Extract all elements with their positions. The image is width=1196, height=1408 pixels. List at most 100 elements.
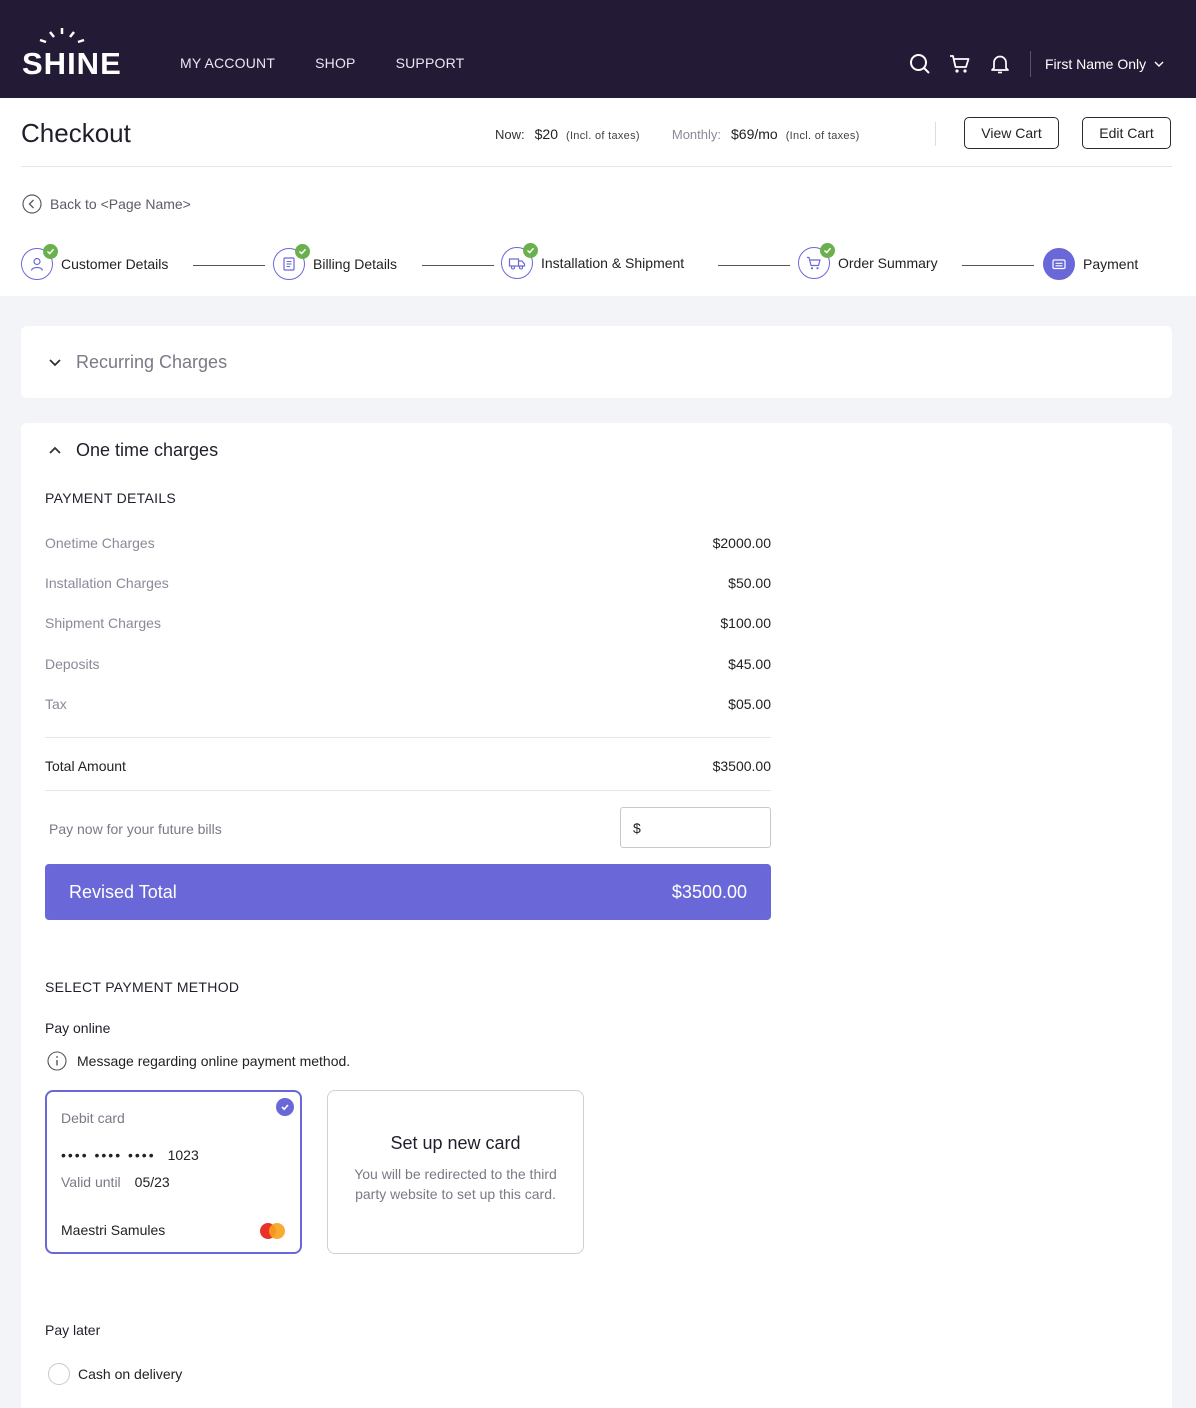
total-label: Total Amount bbox=[45, 758, 126, 774]
step-installation-shipment[interactable]: Installation & Shipment bbox=[501, 243, 684, 279]
card-type: Debit card bbox=[61, 1110, 125, 1126]
cash-on-delivery-label[interactable]: Cash on delivery bbox=[78, 1366, 182, 1382]
step-label: Billing Details bbox=[313, 256, 398, 272]
now-value: $20 bbox=[534, 126, 558, 142]
revised-total-bar: Revised Total $3500.00 bbox=[45, 864, 771, 920]
step-order-summary[interactable]: Order Summary bbox=[798, 243, 938, 279]
nav-shop[interactable]: SHOP bbox=[315, 55, 355, 71]
back-link[interactable]: Back to <Page Name> bbox=[22, 194, 191, 214]
charge-value: $50.00 bbox=[728, 575, 771, 591]
bell-icon[interactable] bbox=[986, 50, 1014, 78]
recurring-charges-title: Recurring Charges bbox=[76, 352, 228, 372]
step-connector bbox=[422, 265, 494, 266]
step-connector bbox=[193, 265, 265, 266]
view-cart-button[interactable]: View Cart bbox=[964, 117, 1059, 149]
info-message: Message regarding online payment method. bbox=[77, 1053, 351, 1069]
receipt-icon bbox=[283, 257, 295, 271]
one-time-charges-title: One time charges bbox=[76, 440, 219, 460]
online-payment-info: Message regarding online payment method. bbox=[47, 1051, 350, 1071]
card-last4: 1023 bbox=[167, 1147, 199, 1163]
top-actions: First Name Only bbox=[906, 50, 1164, 78]
header-divider bbox=[935, 122, 936, 146]
user-name: First Name Only bbox=[1045, 56, 1147, 72]
step-label: Payment bbox=[1083, 256, 1139, 272]
header-separator bbox=[21, 166, 1172, 167]
select-payment-method-title: SELECT PAYMENT METHOD bbox=[45, 979, 240, 995]
nav-my-account[interactable]: MY ACCOUNT bbox=[180, 55, 275, 71]
price-summary: Now: $20 (Incl. of taxes) Monthly: $69/m… bbox=[495, 126, 892, 142]
card-validity: Valid until 05/23 bbox=[61, 1174, 170, 1190]
back-arrow-icon bbox=[22, 194, 42, 214]
monthly-label: Monthly: bbox=[671, 127, 722, 142]
amount-input-value: $ bbox=[633, 819, 641, 836]
truck-icon bbox=[508, 258, 526, 270]
pay-now-amount-input[interactable]: $ bbox=[620, 807, 771, 848]
mastercard-icon bbox=[260, 1223, 285, 1239]
charge-value: $05.00 bbox=[728, 696, 771, 712]
recurring-charges-toggle[interactable]: Recurring Charges bbox=[48, 352, 227, 373]
new-card-description: You will be redirected to the third part… bbox=[354, 1166, 557, 1202]
nav-support[interactable]: SUPPORT bbox=[396, 55, 465, 71]
card-number: •••• •••• •••• 1023 bbox=[61, 1147, 199, 1163]
now-label: Now: bbox=[495, 127, 525, 142]
page-title: Checkout bbox=[21, 118, 131, 148]
edit-cart-button[interactable]: Edit Cart bbox=[1082, 117, 1171, 149]
total-value: $3500.00 bbox=[712, 758, 771, 774]
charge-label: Installation Charges bbox=[45, 575, 169, 591]
monthly-value: $69/mo bbox=[731, 126, 778, 142]
revised-total-label: Revised Total bbox=[69, 881, 177, 902]
cart-icon[interactable] bbox=[946, 50, 974, 78]
step-circle bbox=[1043, 248, 1075, 280]
back-label: Back to <Page Name> bbox=[50, 196, 191, 212]
pay-online-label: Pay online bbox=[45, 1020, 111, 1036]
valid-until-value: 05/23 bbox=[134, 1174, 170, 1190]
check-icon bbox=[295, 244, 310, 259]
step-connector bbox=[962, 265, 1034, 266]
step-connector bbox=[718, 265, 790, 266]
cash-on-delivery-radio[interactable] bbox=[48, 1363, 70, 1385]
charge-label: Shipment Charges bbox=[45, 615, 161, 631]
step-label: Order Summary bbox=[838, 255, 938, 271]
card-holder: Maestri Samules bbox=[61, 1222, 166, 1238]
step-circle bbox=[273, 244, 310, 280]
chevron-down-icon bbox=[1154, 61, 1164, 67]
card-icon bbox=[1052, 259, 1066, 270]
now-tax-note: (Incl. of taxes) bbox=[565, 130, 640, 142]
charge-value: $45.00 bbox=[728, 656, 771, 672]
brand-name: SHINE bbox=[22, 46, 122, 81]
top-navbar: SHINE MY ACCOUNT SHOP SUPPORT First Name… bbox=[0, 0, 1196, 98]
step-circle bbox=[21, 244, 58, 280]
valid-until-label: Valid until bbox=[61, 1174, 121, 1190]
one-time-charges-toggle[interactable]: One time charges bbox=[48, 440, 218, 461]
monthly-tax-note: (Incl. of taxes) bbox=[785, 130, 860, 142]
nav-divider bbox=[1030, 51, 1031, 77]
step-payment[interactable]: Payment bbox=[1043, 248, 1138, 280]
user-menu[interactable]: First Name Only bbox=[1045, 56, 1164, 72]
debit-card-option[interactable]: Debit card •••• •••• •••• 1023 Valid unt… bbox=[45, 1090, 302, 1254]
search-icon[interactable] bbox=[906, 50, 934, 78]
step-customer-details[interactable]: Customer Details bbox=[21, 244, 168, 280]
pay-now-label: Pay now for your future bills bbox=[49, 821, 222, 837]
divider bbox=[45, 737, 771, 738]
charge-row: Shipment Charges $100.00 bbox=[45, 615, 771, 631]
check-icon bbox=[523, 243, 538, 258]
sun-rays-icon bbox=[39, 28, 85, 44]
step-billing-details[interactable]: Billing Details bbox=[273, 244, 398, 280]
selected-check-icon bbox=[276, 1098, 294, 1116]
shine-logo[interactable]: SHINE bbox=[22, 26, 126, 81]
divider bbox=[45, 790, 771, 791]
check-icon bbox=[820, 243, 835, 258]
charge-label: Tax bbox=[45, 696, 67, 712]
charge-row: Installation Charges $50.00 bbox=[45, 575, 771, 591]
main-nav: MY ACCOUNT SHOP SUPPORT bbox=[180, 55, 464, 71]
checkout-header: Checkout Now: $20 (Incl. of taxes) Month… bbox=[0, 98, 1196, 296]
charge-row: Onetime Charges $2000.00 bbox=[45, 535, 771, 551]
set-up-new-card-option[interactable]: Set up new card You will be redirected t… bbox=[327, 1090, 584, 1254]
chevron-up-icon bbox=[49, 446, 61, 454]
payment-details-title: PAYMENT DETAILS bbox=[45, 490, 177, 506]
step-circle bbox=[798, 243, 835, 279]
charge-value: $100.00 bbox=[720, 615, 771, 631]
chevron-down-icon bbox=[49, 359, 61, 367]
charge-label: Onetime Charges bbox=[45, 535, 155, 551]
user-icon bbox=[30, 257, 44, 271]
